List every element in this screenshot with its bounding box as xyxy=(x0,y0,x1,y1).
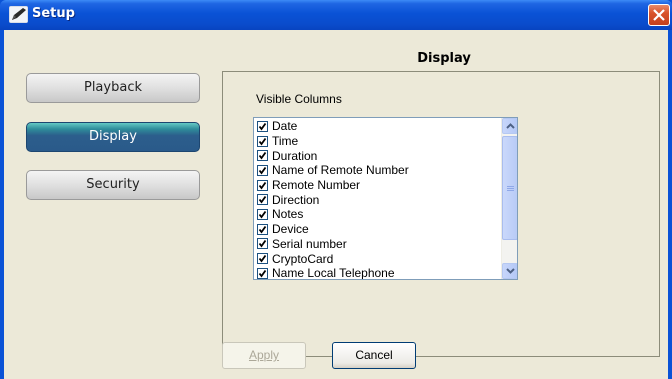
column-list: Date Time Duration Name of Remote Number Rem… xyxy=(257,119,409,280)
column-list-item[interactable]: Device xyxy=(257,222,409,237)
column-checkbox[interactable] xyxy=(257,267,268,279)
column-label: CryptoCard xyxy=(272,251,334,266)
column-list-item[interactable]: Serial number xyxy=(257,237,409,252)
scroll-up-button[interactable] xyxy=(502,118,517,134)
checkmark-icon xyxy=(258,210,267,219)
cancel-button[interactable]: Cancel xyxy=(332,342,416,369)
column-checkbox[interactable] xyxy=(257,150,268,162)
column-list-item[interactable]: Duration xyxy=(257,148,409,163)
column-checkbox[interactable] xyxy=(257,135,268,147)
column-label: Name of Remote Number xyxy=(272,163,409,178)
apply-button-label: Apply xyxy=(248,348,280,362)
column-checkbox[interactable] xyxy=(257,179,268,191)
column-label: Serial number xyxy=(272,236,347,251)
checkmark-icon xyxy=(258,166,267,175)
dialog-client-area: Playback Display Security Display Visibl… xyxy=(4,30,668,379)
checkmark-icon xyxy=(258,122,267,131)
chevron-up-icon xyxy=(506,123,515,129)
checkmark-icon xyxy=(258,255,267,263)
checkmark-icon xyxy=(258,225,267,234)
column-label: Direction xyxy=(272,192,320,207)
apply-button[interactable]: Apply xyxy=(222,342,306,369)
column-checkbox[interactable] xyxy=(257,253,268,265)
checkmark-icon xyxy=(258,137,267,146)
column-list-item[interactable]: Direction xyxy=(257,192,409,207)
vertical-scrollbar[interactable] xyxy=(501,118,517,279)
setup-pen-icon xyxy=(9,6,28,23)
nav-security-button[interactable]: Security xyxy=(26,170,200,200)
title-bar[interactable]: Setup xyxy=(0,0,672,30)
nav-playback-button[interactable]: Playback xyxy=(26,73,200,103)
column-list-item[interactable]: Time xyxy=(257,134,409,149)
column-label: Time xyxy=(272,134,299,149)
visible-columns-listbox[interactable]: Date Time Duration Name of Remote Number Rem… xyxy=(253,117,518,280)
scroll-thumb[interactable] xyxy=(502,136,517,240)
column-list-item[interactable]: CryptoCard xyxy=(257,251,409,266)
checkmark-icon xyxy=(258,181,267,190)
close-button[interactable] xyxy=(648,4,670,26)
column-checkbox[interactable] xyxy=(257,208,268,220)
chevron-down-icon xyxy=(506,268,515,274)
column-checkbox[interactable] xyxy=(257,120,268,132)
nav-display-button[interactable]: Display xyxy=(26,122,200,152)
column-checkbox[interactable] xyxy=(257,223,268,235)
column-list-item[interactable]: Notes xyxy=(257,207,409,222)
close-icon xyxy=(653,9,665,21)
scroll-down-button[interactable] xyxy=(502,263,517,279)
column-checkbox[interactable] xyxy=(257,194,268,206)
window-title: Setup xyxy=(32,6,75,21)
thumb-grip-icon xyxy=(507,186,514,192)
column-label: Remote Number xyxy=(272,178,361,193)
column-list-item[interactable]: Name of Remote Number xyxy=(257,163,409,178)
checkmark-icon xyxy=(258,269,267,278)
column-label: Duration xyxy=(272,148,318,163)
display-settings-panel: Visible Columns Date Time Duration Name of … xyxy=(222,71,660,357)
column-label: Date xyxy=(272,119,298,134)
column-list-item[interactable]: Remote Number xyxy=(257,178,409,193)
checkmark-icon xyxy=(258,196,267,204)
column-list-item[interactable]: Name Local Telephone xyxy=(257,266,409,280)
column-list-item[interactable]: Date xyxy=(257,119,409,134)
setup-window: Setup Playback Display Security Display … xyxy=(0,0,672,379)
column-checkbox[interactable] xyxy=(257,164,268,176)
column-label: Notes xyxy=(272,207,304,222)
column-label: Name Local Telephone xyxy=(272,266,395,280)
checkmark-icon xyxy=(258,240,267,248)
panel-heading: Display xyxy=(417,51,471,66)
column-label: Device xyxy=(272,222,309,237)
checkmark-icon xyxy=(258,152,267,160)
visible-columns-label: Visible Columns xyxy=(256,92,342,106)
column-checkbox[interactable] xyxy=(257,238,268,250)
